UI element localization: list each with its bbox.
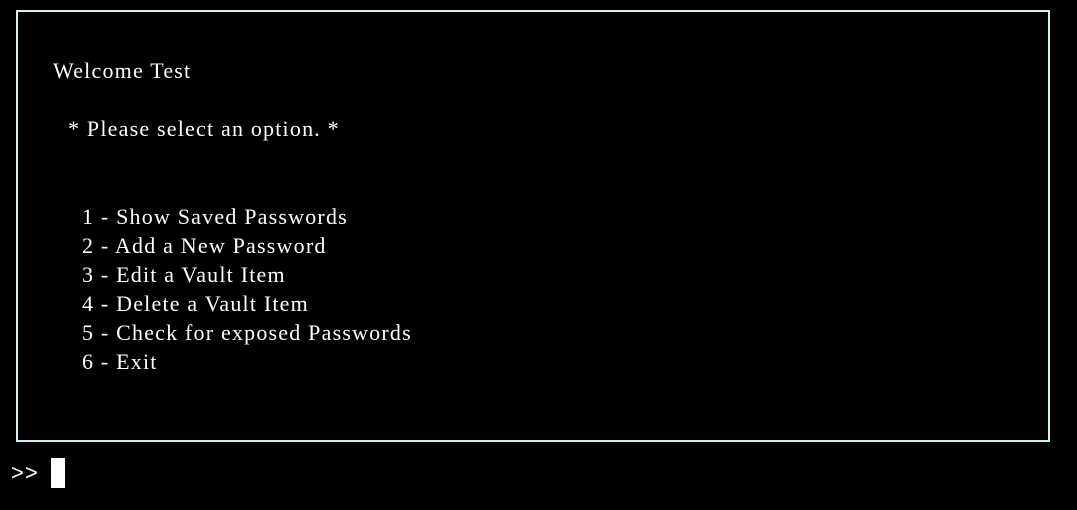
- text-cursor: [50, 458, 65, 488]
- welcome-message: Welcome Test: [53, 58, 192, 83]
- menu-option-show-saved-passwords[interactable]: 1 - Show Saved Passwords: [82, 202, 412, 231]
- menu-panel: Welcome Test * Please select an option. …: [16, 10, 1050, 442]
- menu-option-delete-vault-item[interactable]: 4 - Delete a Vault Item: [82, 289, 412, 318]
- command-prompt: >>: [11, 460, 39, 485]
- menu-option-add-new-password[interactable]: 2 - Add a New Password: [82, 231, 412, 260]
- command-input[interactable]: >>: [11, 458, 65, 488]
- instruction-text: * Please select an option. *: [68, 116, 340, 141]
- menu-option-edit-vault-item[interactable]: 3 - Edit a Vault Item: [82, 260, 412, 289]
- menu-option-check-exposed-passwords[interactable]: 5 - Check for exposed Passwords: [82, 318, 412, 347]
- option-menu: 1 - Show Saved Passwords 2 - Add a New P…: [82, 202, 412, 376]
- menu-option-exit[interactable]: 6 - Exit: [82, 347, 412, 376]
